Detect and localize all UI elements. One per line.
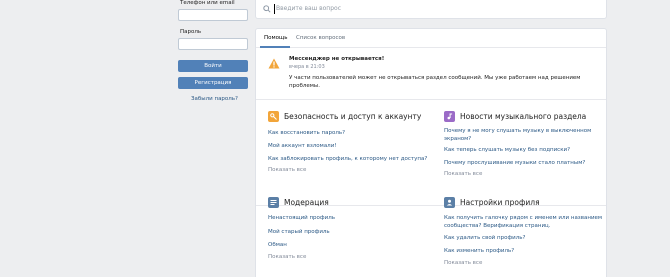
register-button[interactable]: Регистрация bbox=[178, 77, 248, 89]
help-card: Помощь Список вопросов Мессенджер не отк… bbox=[255, 28, 607, 277]
text-cursor bbox=[274, 4, 275, 14]
moderation-icon bbox=[268, 197, 279, 208]
password-label: Пароль bbox=[180, 29, 202, 35]
tab-bar: Помощь Список вопросов bbox=[256, 29, 606, 48]
notice-title: Мессенджер не открывается! bbox=[289, 56, 385, 62]
show-all-link[interactable]: Показать все bbox=[444, 171, 482, 177]
help-page: Телефон или email Пароль Войти Регистрац… bbox=[0, 0, 670, 277]
faq-link[interactable]: Почему я не могу слушать музыку в выключ… bbox=[444, 127, 604, 143]
section-title[interactable]: Модерация bbox=[284, 198, 329, 207]
phone-input[interactable] bbox=[178, 9, 248, 21]
faq-link[interactable]: Как восстановить пароль? bbox=[268, 129, 428, 137]
section-title[interactable]: Безопасность и доступ к аккаунту bbox=[284, 112, 421, 121]
faq-link[interactable]: Как заблокировать профиль, к которому не… bbox=[268, 155, 438, 163]
forgot-password-link[interactable]: Забыли пароль? bbox=[191, 96, 238, 102]
search-input[interactable]: Введите ваш вопрос bbox=[276, 5, 341, 12]
faq-link[interactable]: Ненастоящий профиль bbox=[268, 214, 428, 222]
faq-link[interactable]: Как получить галочку рядом с именем или … bbox=[444, 214, 604, 230]
notice-date: вчера в 21:03 bbox=[289, 64, 325, 70]
show-all-link[interactable]: Показать все bbox=[268, 167, 306, 173]
section-title[interactable]: Новости музыкального раздела bbox=[460, 112, 586, 121]
faq-link[interactable]: Мой старый профиль bbox=[268, 228, 428, 236]
warning-icon bbox=[268, 58, 280, 69]
key-icon bbox=[268, 111, 279, 122]
show-all-link[interactable]: Показать все bbox=[268, 254, 306, 260]
tab-question-list[interactable]: Список вопросов bbox=[296, 35, 345, 41]
login-button[interactable]: Войти bbox=[178, 60, 248, 72]
phone-label: Телефон или email bbox=[180, 0, 235, 6]
notice-block: Мессенджер не открывается! вчера в 21:03… bbox=[256, 48, 606, 100]
faq-link[interactable]: Как теперь слушать музыку без подписки? bbox=[444, 146, 604, 154]
notice-text: У части пользователей может не открывать… bbox=[289, 75, 581, 89]
music-note-icon bbox=[444, 111, 455, 122]
show-all-link[interactable]: Показать все bbox=[444, 260, 482, 266]
profile-settings-icon bbox=[444, 197, 455, 208]
search-bar[interactable]: Введите ваш вопрос bbox=[255, 0, 607, 19]
faq-link[interactable]: Как изменить профиль? bbox=[444, 247, 604, 255]
faq-link[interactable]: Как удалить свой профиль? bbox=[444, 234, 604, 242]
faq-link[interactable]: Обман bbox=[268, 241, 428, 249]
faq-link[interactable]: Почему прослушивание музыки стало платны… bbox=[444, 159, 604, 167]
tab-help[interactable]: Помощь bbox=[264, 35, 287, 41]
password-input[interactable] bbox=[178, 38, 248, 50]
section-title[interactable]: Настройки профиля bbox=[460, 198, 540, 207]
search-icon bbox=[263, 5, 271, 13]
faq-link[interactable]: Мой аккаунт взломали! bbox=[268, 142, 428, 150]
